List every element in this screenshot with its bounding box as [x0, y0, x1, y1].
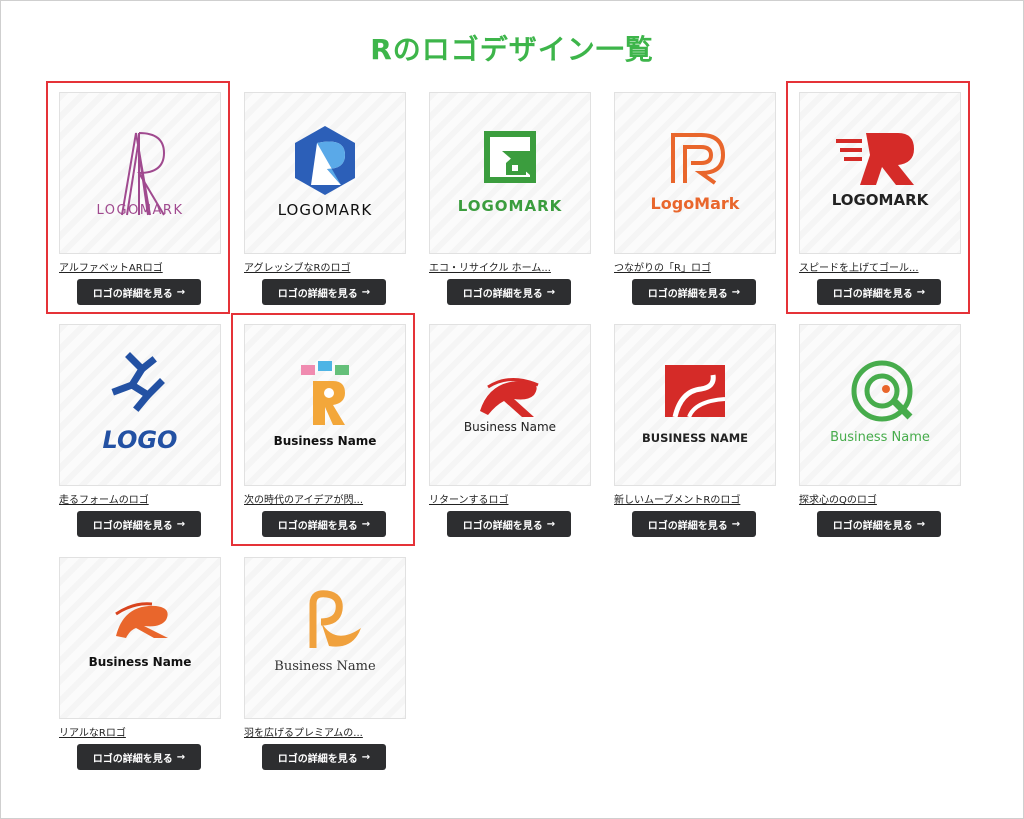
- logo-thumbnail[interactable]: Business Name: [244, 324, 406, 486]
- view-details-button[interactable]: ロゴの詳細を見る →: [447, 511, 571, 537]
- logo-title-link[interactable]: 走るフォームのロゴ: [59, 491, 221, 506]
- logo-thumbnail[interactable]: LOGOMARK: [799, 92, 961, 254]
- hexagon-r-icon: LOGOMARK: [278, 126, 373, 219]
- button-label: ロゴの詳細を見る: [92, 288, 173, 300]
- arrow-right-icon: →: [176, 286, 186, 298]
- arrow-right-icon: →: [361, 286, 371, 298]
- logo-thumbnail[interactable]: LOGOMARK: [429, 92, 591, 254]
- button-label: ロゴの詳細を見る: [832, 288, 913, 300]
- search-q-icon: Business Name: [830, 360, 930, 445]
- logo-thumbnail[interactable]: Business Name: [244, 557, 406, 719]
- arrow-right-icon: →: [731, 518, 741, 530]
- arrow-right-icon: →: [731, 286, 741, 298]
- logo-wordmark: LogoMark: [651, 194, 740, 213]
- logo-title-link[interactable]: つながりの「R」ロゴ: [614, 259, 776, 274]
- button-label: ロゴの詳細を見る: [277, 753, 358, 765]
- view-details-button[interactable]: ロゴの詳細を見る →: [262, 511, 386, 537]
- view-details-button[interactable]: ロゴの詳細を見る →: [817, 511, 941, 537]
- arrow-right-icon: →: [546, 518, 556, 530]
- logo-wordmark: Business Name: [274, 434, 377, 448]
- button-label: ロゴの詳細を見る: [647, 288, 728, 300]
- arrow-right-icon: →: [916, 286, 926, 298]
- square-r-icon: BUSINESS NAME: [642, 365, 748, 445]
- arrow-right-icon: →: [361, 518, 371, 530]
- logo-title-link[interactable]: アルファベットARロゴ: [59, 259, 221, 274]
- logo-thumbnail[interactable]: BUSINESS NAME: [614, 324, 776, 486]
- page-title: Rのロゴデザイン一覧: [370, 33, 654, 66]
- return-r-icon: Business Name: [464, 378, 556, 434]
- connected-r-icon: LogoMark: [651, 133, 740, 213]
- logo-thumbnail[interactable]: LOGOMARK: [244, 92, 406, 254]
- view-details-button[interactable]: ロゴの詳細を見る →: [77, 744, 201, 770]
- logo-wordmark: Business Name: [464, 420, 556, 434]
- logo-wordmark: LOGOMARK: [97, 203, 184, 218]
- logo-thumbnail[interactable]: Business Name: [59, 557, 221, 719]
- eco-house-icon: LOGOMARK: [458, 131, 563, 215]
- premium-r-icon: Business Name: [274, 590, 376, 674]
- view-details-button[interactable]: ロゴの詳細を見る →: [262, 279, 386, 305]
- logo-title-link[interactable]: リアルなRロゴ: [59, 724, 221, 739]
- running-figure-icon: LOGO: [103, 352, 178, 454]
- view-details-button[interactable]: ロゴの詳細を見る →: [817, 279, 941, 305]
- logo-title-link[interactable]: 探求心のQのロゴ: [799, 491, 961, 506]
- view-details-button[interactable]: ロゴの詳細を見る →: [632, 279, 756, 305]
- logo-wordmark: Business Name: [274, 659, 376, 674]
- button-label: ロゴの詳細を見る: [92, 520, 173, 532]
- logo-title-link[interactable]: 羽を広げるプレミアムの...: [244, 724, 406, 739]
- logo-thumbnail[interactable]: LOGOMARK: [59, 92, 221, 254]
- arrow-right-icon: →: [546, 286, 556, 298]
- arrow-right-icon: →: [361, 751, 371, 763]
- view-details-button[interactable]: ロゴの詳細を見る →: [77, 511, 201, 537]
- button-label: ロゴの詳細を見る: [277, 520, 358, 532]
- view-details-button[interactable]: ロゴの詳細を見る →: [447, 279, 571, 305]
- button-label: ロゴの詳細を見る: [647, 520, 728, 532]
- logo-title-link[interactable]: 次の時代のアイデアが閃...: [244, 491, 406, 506]
- arrow-right-icon: →: [176, 518, 186, 530]
- logo-title-link[interactable]: エコ・リサイクル ホーム...: [429, 259, 591, 274]
- logo-wordmark: LOGOMARK: [458, 197, 563, 215]
- arrow-right-icon: →: [176, 751, 186, 763]
- logo-wordmark: BUSINESS NAME: [642, 431, 748, 445]
- logo-thumbnail[interactable]: LOGO: [59, 324, 221, 486]
- button-label: ロゴの詳細を見る: [277, 288, 358, 300]
- logo-thumbnail[interactable]: Business Name: [429, 324, 591, 486]
- logo-wordmark: LOGOMARK: [278, 201, 373, 219]
- logo-title-link[interactable]: アグレッシブなRのロゴ: [244, 259, 406, 274]
- speed-r-icon: LOGOMARK: [832, 133, 930, 209]
- real-r-icon: Business Name: [89, 602, 192, 669]
- logo-wordmark: Business Name: [89, 655, 192, 669]
- logo-wordmark: LOGOMARK: [832, 191, 930, 209]
- button-label: ロゴの詳細を見る: [462, 520, 543, 532]
- button-label: ロゴの詳細を見る: [92, 753, 173, 765]
- button-label: ロゴの詳細を見る: [832, 520, 913, 532]
- arrow-right-icon: →: [916, 518, 926, 530]
- button-label: ロゴの詳細を見る: [462, 288, 543, 300]
- logo-wordmark: Business Name: [830, 430, 930, 445]
- logo-title-link[interactable]: スピードを上げてゴール...: [799, 259, 961, 274]
- view-details-button[interactable]: ロゴの詳細を見る →: [262, 744, 386, 770]
- logo-thumbnail[interactable]: Business Name: [799, 324, 961, 486]
- idea-r-icon: Business Name: [274, 361, 377, 448]
- view-details-button[interactable]: ロゴの詳細を見る →: [77, 279, 201, 305]
- ar-letters-icon: LOGOMARK: [97, 132, 184, 218]
- view-details-button[interactable]: ロゴの詳細を見る →: [632, 511, 756, 537]
- logo-wordmark: LOGO: [103, 426, 178, 454]
- logo-thumbnail[interactable]: LogoMark: [614, 92, 776, 254]
- logo-title-link[interactable]: 新しいムーブメントRのロゴ: [614, 491, 776, 506]
- logo-title-link[interactable]: リターンするロゴ: [429, 491, 591, 506]
